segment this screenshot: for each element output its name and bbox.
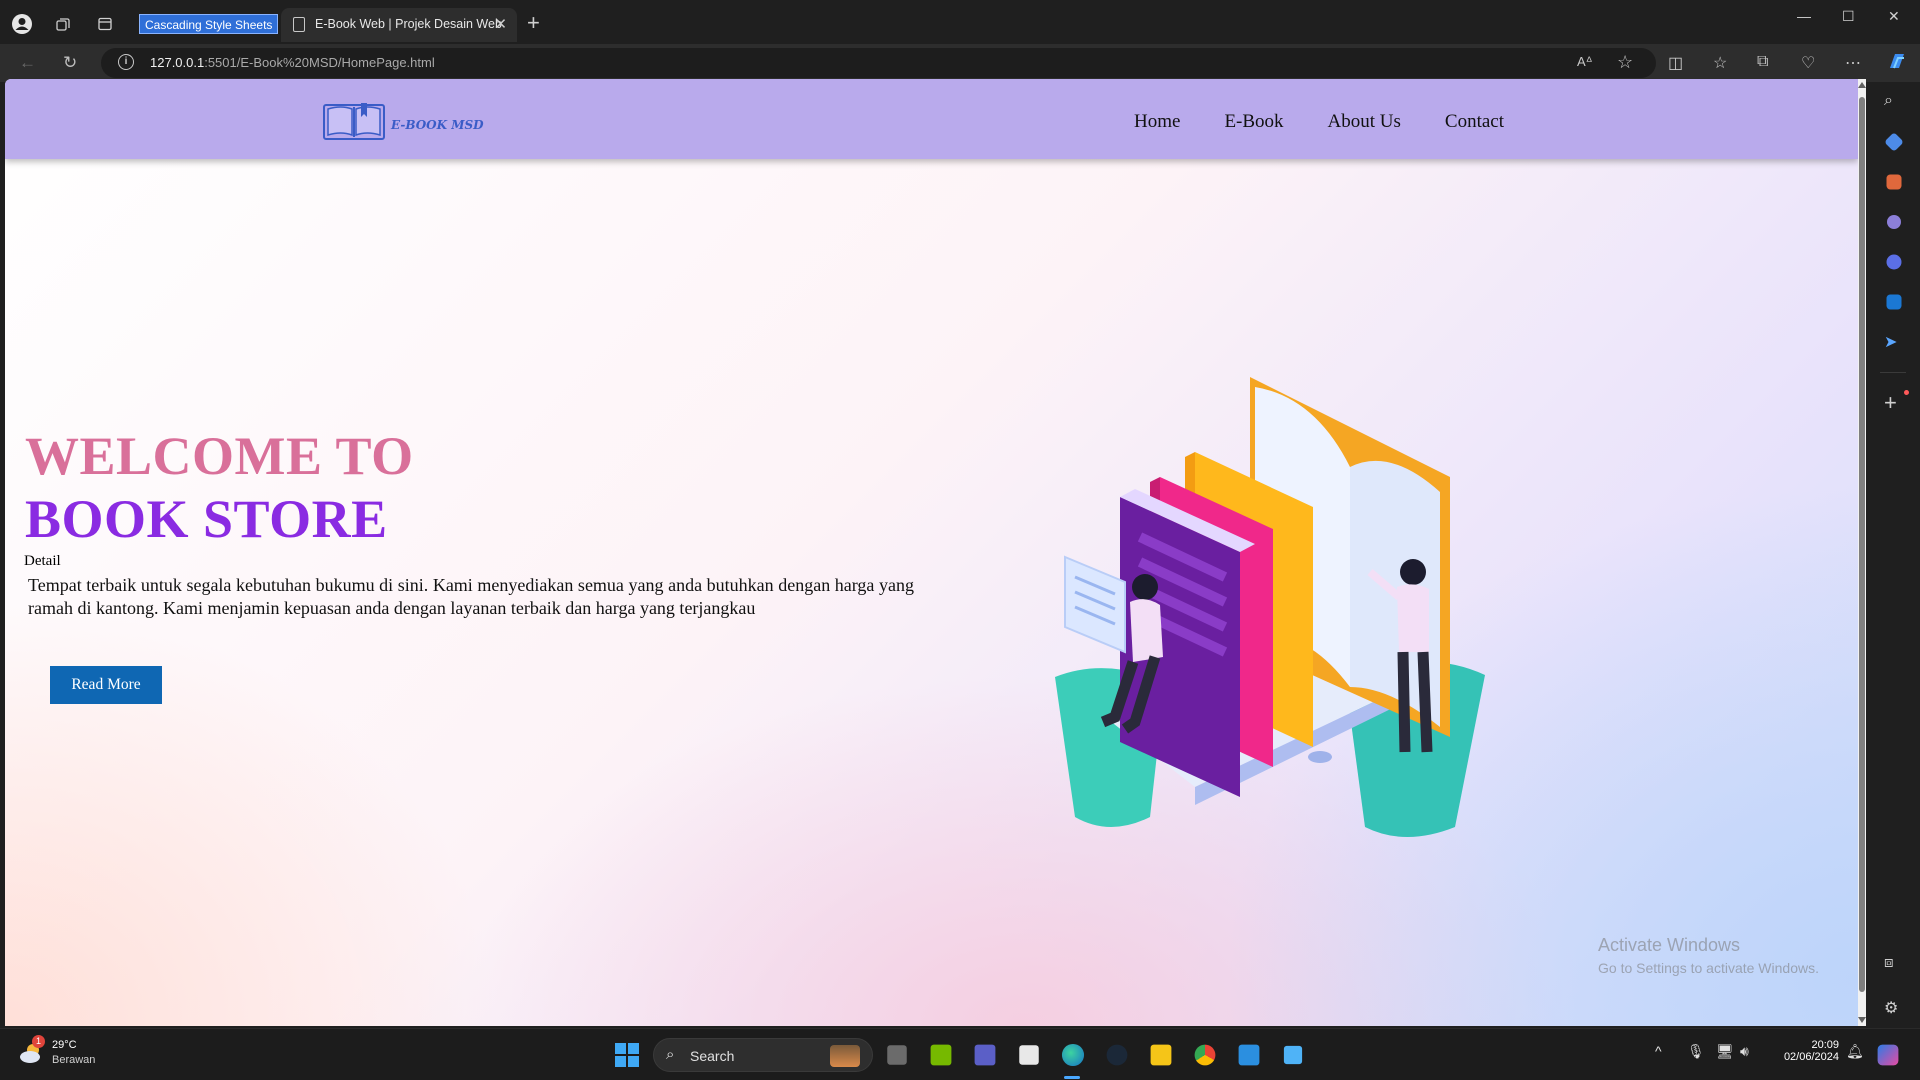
- edge-sidebar: ⌕ ➤ + ⧈ ⚙: [1866, 82, 1920, 1028]
- nav-ebook[interactable]: E-Book: [1224, 111, 1283, 133]
- search-label: Search: [690, 1048, 735, 1064]
- windows-start-icon[interactable]: [614, 1042, 640, 1068]
- clock-date: 02/06/2024: [1783, 1051, 1839, 1063]
- laptop-trackpad: [1308, 751, 1332, 763]
- notification-dot: [1904, 390, 1909, 395]
- copilot-taskbar-icon[interactable]: [1877, 1044, 1899, 1066]
- microsoft-365-icon[interactable]: [1886, 254, 1902, 270]
- address-field[interactable]: i 127.0.0.1:5501/E-Book%20MSD/HomePage.h…: [101, 48, 1656, 78]
- read-more-button[interactable]: Read More: [50, 666, 162, 704]
- tray-overflow-icon[interactable]: ^: [1655, 1043, 1662, 1059]
- hero-title-line2: BOOK STORE: [25, 489, 388, 549]
- steam-icon[interactable]: [1106, 1044, 1128, 1066]
- minimize-icon[interactable]: —: [1797, 8, 1811, 24]
- document-icon: [293, 17, 305, 32]
- new-tab-icon[interactable]: +: [527, 11, 540, 35]
- store-icon[interactable]: [1019, 1045, 1039, 1065]
- vertical-tabs-icon[interactable]: [93, 12, 117, 36]
- nav-about-us[interactable]: About Us: [1328, 111, 1401, 133]
- settings-gear-icon[interactable]: ⚙: [1884, 998, 1904, 1018]
- search-icon[interactable]: ⌕: [1884, 92, 1904, 112]
- games-icon[interactable]: [1887, 215, 1901, 229]
- page-scrollbar[interactable]: [1858, 79, 1866, 1026]
- hero-description: Tempat terbaik untuk segala kebutuhan bu…: [28, 575, 914, 618]
- workspaces-icon[interactable]: [51, 12, 75, 36]
- clock[interactable]: 20:09 02/06/2024: [1775, 1039, 1839, 1063]
- copilot-icon[interactable]: [1885, 49, 1909, 78]
- add-sidebar-app-icon[interactable]: +: [1884, 392, 1904, 414]
- favorite-star-icon[interactable]: ☆: [1617, 52, 1633, 73]
- page-viewport: E-BOOK MSD Home E-Book About Us Contact …: [5, 79, 1858, 1026]
- refresh-icon[interactable]: ↻: [63, 53, 77, 73]
- address-toolbar: ← ↻ i 127.0.0.1:5501/E-Book%20MSD/HomePa…: [0, 44, 1920, 82]
- books-illustration: [1055, 377, 1485, 837]
- notification-bell-icon[interactable]: 🔔︎: [1846, 1043, 1864, 1060]
- sitting-person-body: [1130, 599, 1163, 662]
- nav-home[interactable]: Home: [1134, 111, 1180, 133]
- standing-person-head: [1400, 559, 1426, 585]
- scrollbar-thumb[interactable]: [1859, 97, 1865, 992]
- open-book-icon: [323, 103, 385, 140]
- selected-text-highlight: Cascading Style Sheets: [139, 14, 279, 34]
- url-text: 127.0.0.1:5501/E-Book%20MSD/HomePage.htm…: [150, 55, 435, 70]
- site-header: E-BOOK MSD Home E-Book About Us Contact: [5, 79, 1858, 159]
- tab-ebook-web[interactable]: E-Book Web | Projek Desain Web ✕: [281, 8, 517, 42]
- logo-text: E-BOOK MSD: [391, 118, 484, 132]
- tab-title: E-Book Web | Projek Desain Web: [315, 17, 502, 31]
- read-aloud-icon[interactable]: Aᐞ: [1577, 54, 1593, 70]
- activate-windows-watermark: Activate Windows Go to Settings to activ…: [1598, 935, 1819, 976]
- weather-condition: Berawan: [52, 1054, 96, 1066]
- network-icon[interactable]: 🖥︎: [1716, 1043, 1734, 1060]
- task-view-icon[interactable]: [887, 1045, 907, 1065]
- windows-taskbar: 1 29°C Berawan ⌕ Search ^ 🎙︎ 🖥︎ 🔊︎ 20:09…: [0, 1028, 1920, 1080]
- maximize-icon[interactable]: ☐: [1842, 8, 1855, 25]
- watermark-subtitle: Go to Settings to activate Windows.: [1598, 960, 1819, 976]
- clock-time: 20:09: [1811, 1039, 1839, 1051]
- profile-icon[interactable]: [10, 12, 34, 36]
- teams-icon[interactable]: [974, 1044, 996, 1066]
- tools-icon[interactable]: [1886, 174, 1902, 190]
- browser-titlebar: Cascading Style Sheets E-Book Web | Proj…: [0, 0, 1920, 48]
- vscode-icon[interactable]: [1238, 1044, 1260, 1066]
- close-tab-icon[interactable]: ✕: [494, 15, 507, 33]
- detail-label: Detail: [24, 553, 61, 569]
- outlook-icon[interactable]: [1886, 294, 1902, 310]
- watermark-title: Activate Windows: [1598, 935, 1741, 955]
- main-nav: Home E-Book About Us Contact: [1134, 111, 1504, 133]
- hero-title-line1: WELCOME TO: [25, 426, 414, 486]
- site-info-icon[interactable]: i: [118, 54, 134, 70]
- screenshot-icon[interactable]: ⧈: [1884, 954, 1904, 974]
- more-menu-icon[interactable]: ⋯: [1845, 53, 1861, 73]
- nav-contact[interactable]: Contact: [1445, 111, 1504, 133]
- sitting-person-head: [1132, 574, 1158, 600]
- shopping-tag-icon[interactable]: [1884, 132, 1904, 152]
- site-logo[interactable]: E-BOOK MSD: [323, 101, 484, 141]
- nvidia-icon[interactable]: [930, 1044, 952, 1066]
- send-icon[interactable]: ➤: [1884, 332, 1904, 352]
- search-icon: ⌕: [666, 1046, 675, 1063]
- weather-widget[interactable]: 1 29°C Berawan: [18, 1035, 96, 1068]
- volume-icon[interactable]: 🔊︎: [1740, 1043, 1749, 1060]
- floating-screen: [1064, 555, 1126, 654]
- microphone-icon[interactable]: 🎙︎: [1687, 1043, 1705, 1060]
- weather-badge: 1: [32, 1035, 45, 1048]
- favorites-icon[interactable]: ☆: [1713, 53, 1727, 73]
- split-screen-icon[interactable]: ◫: [1668, 53, 1683, 73]
- collections-icon[interactable]: ⧉: [1757, 53, 1768, 71]
- back-icon[interactable]: ←: [19, 53, 36, 73]
- notepad-icon[interactable]: [1283, 1045, 1303, 1065]
- search-highlight-image: [830, 1045, 860, 1067]
- standing-person-body: [1397, 584, 1429, 652]
- taskbar-search[interactable]: ⌕ Search: [653, 1038, 873, 1072]
- sidebar-divider: [1880, 372, 1906, 373]
- file-explorer-icon[interactable]: [1150, 1044, 1172, 1066]
- browser-essentials-icon[interactable]: ♡: [1801, 53, 1815, 73]
- scroll-up-icon[interactable]: [1858, 82, 1866, 88]
- chrome-icon[interactable]: [1194, 1044, 1216, 1066]
- weather-temp: 29°C: [52, 1039, 77, 1051]
- close-window-icon[interactable]: ✕: [1888, 8, 1900, 25]
- edge-icon[interactable]: [1061, 1043, 1085, 1067]
- scroll-down-icon[interactable]: [1858, 1017, 1866, 1023]
- active-app-indicator: [1064, 1076, 1080, 1079]
